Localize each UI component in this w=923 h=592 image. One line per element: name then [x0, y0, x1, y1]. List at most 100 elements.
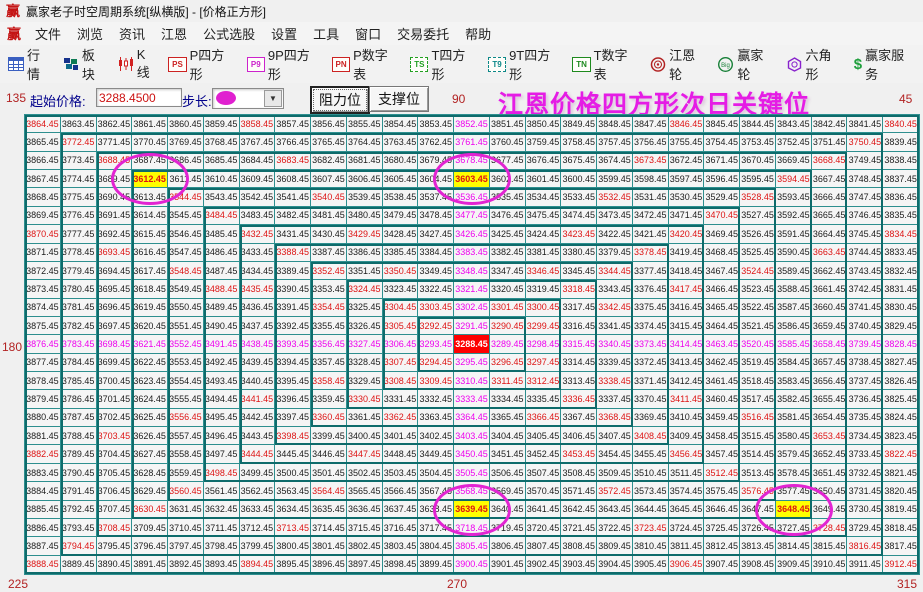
price-cell: 3775.45 — [61, 188, 97, 206]
toolbar-item-kline[interactable]: K线 — [115, 45, 160, 83]
menu-item-10[interactable]: 帮助 — [457, 25, 499, 44]
menu-item-6[interactable]: 设置 — [263, 25, 305, 44]
price-cell: 3551.45 — [168, 317, 204, 335]
toolbar-item-9t-square[interactable]: T99T四方形 — [485, 43, 564, 85]
toolbar-item-quotes[interactable]: 行情 — [5, 43, 54, 85]
menu-item-5[interactable]: 公式选股 — [195, 25, 263, 44]
price-cell: 3882.45 — [25, 445, 61, 463]
price-cell: 3761.45 — [454, 133, 490, 151]
price-cell: 3540.45 — [311, 188, 347, 206]
price-cell: 3499.45 — [240, 464, 276, 482]
price-cell: 3605.45 — [383, 170, 419, 188]
price-cell: 3807.45 — [526, 537, 562, 555]
price-cell: 3516.45 — [740, 409, 776, 427]
price-cell: 3446.45 — [311, 445, 347, 463]
price-cell: 3716.45 — [383, 519, 419, 537]
menu-item-9[interactable]: 交易委托 — [389, 25, 457, 44]
price-cell: 3745.45 — [847, 225, 883, 243]
price-cell: 3732.45 — [847, 464, 883, 482]
price-cell: 3591.45 — [776, 225, 812, 243]
price-cell: 3402.45 — [418, 427, 454, 445]
menu-item-8[interactable]: 窗口 — [347, 25, 389, 44]
price-cell: 3545.45 — [168, 207, 204, 225]
price-cell: 3496.45 — [204, 427, 240, 445]
menu-item-1[interactable]: 文件 — [27, 25, 69, 44]
price-cell: 3727.45 — [776, 519, 812, 537]
dollar-icon: $ — [854, 56, 862, 73]
price-cell: 3843.45 — [776, 115, 812, 133]
price-cell: 3670.45 — [740, 152, 776, 170]
price-cell: 3907.45 — [704, 556, 740, 574]
toolbar-item-9p-square[interactable]: P99P四方形 — [244, 43, 323, 85]
price-cell: 3836.45 — [883, 188, 919, 206]
price-cell: 3290.45 — [490, 317, 526, 335]
price-cell: 3304.45 — [383, 299, 419, 317]
toolbar-item-sectors[interactable]: 板块 — [60, 43, 109, 85]
price-cell: 3370.45 — [633, 390, 669, 408]
price-cell: 3644.45 — [633, 501, 669, 519]
price-cell: 3561.45 — [204, 482, 240, 500]
dropdown-arrow-icon[interactable]: ▼ — [264, 90, 282, 107]
price-cell: 3742.45 — [847, 280, 883, 298]
price-cell: 3872.45 — [25, 262, 61, 280]
hexagon-icon — [786, 57, 803, 72]
price-cell: 3293.45 — [418, 335, 454, 353]
price-cell: 3671.45 — [704, 152, 740, 170]
window-title: 赢家老子时空周期系统[纵横版] - [价格正方形] — [26, 3, 266, 20]
price-cell: 3480.45 — [347, 207, 383, 225]
menu-item-3[interactable]: 资讯 — [111, 25, 153, 44]
menu-item-4[interactable]: 江恩 — [153, 25, 195, 44]
price-cell: 3342.45 — [597, 299, 633, 317]
price-cell: 3908.45 — [740, 556, 776, 574]
price-cell: 3860.45 — [168, 115, 204, 133]
step-select[interactable]: ▼ — [212, 88, 284, 109]
price-cell: 3752.45 — [776, 133, 812, 151]
menu-item-7[interactable]: 工具 — [305, 25, 347, 44]
toolbar-item-winner-wheel[interactable]: Big赢家轮 — [714, 43, 776, 85]
price-cell: 3818.45 — [883, 519, 919, 537]
resistance-button[interactable]: 阻力位 — [310, 86, 370, 114]
toolbar-item-hexagon[interactable]: 六角形 — [783, 43, 845, 85]
menu-item-2[interactable]: 浏览 — [69, 25, 111, 44]
price-cell: 3488.45 — [204, 280, 240, 298]
price-cell: 3484.45 — [204, 207, 240, 225]
toolbar-item-gann-wheel[interactable]: 江恩轮 — [647, 43, 708, 85]
support-button[interactable]: 支撑位 — [369, 86, 429, 112]
price-cell: 3697.45 — [97, 317, 133, 335]
toolbar-item-p-number[interactable]: PNP数字表 — [329, 43, 401, 85]
price-cell: 3420.45 — [669, 225, 705, 243]
toolbar-label: 行情 — [27, 45, 51, 83]
price-cell: 3472.45 — [633, 207, 669, 225]
price-cell: 3624.45 — [132, 390, 168, 408]
price-cell: 3812.45 — [704, 537, 740, 555]
toolbar-item-p-square[interactable]: PSP四方形 — [165, 43, 237, 85]
price-cell: 3457.45 — [704, 445, 740, 463]
price-cell: 3785.45 — [61, 372, 97, 390]
price-cell: 3840.45 — [883, 115, 919, 133]
price-cell: 3691.45 — [97, 207, 133, 225]
price-cell: 3866.45 — [25, 152, 61, 170]
price-cell: 3884.45 — [25, 482, 61, 500]
price-cell: 3394.45 — [275, 354, 311, 372]
start-price-input[interactable] — [96, 88, 182, 107]
price-cell: 3401.45 — [383, 427, 419, 445]
price-cell: 3705.45 — [97, 464, 133, 482]
price-cell: 3696.45 — [97, 299, 133, 317]
toolbar-item-t-number[interactable]: TNT数字表 — [569, 43, 641, 85]
price-cell: 3800.45 — [275, 537, 311, 555]
price-cell: 3403.45 — [454, 427, 490, 445]
toolbar-item-t-square[interactable]: TST四方形 — [407, 43, 479, 85]
price-cell: 3686.45 — [168, 152, 204, 170]
price-cell: 3873.45 — [25, 280, 61, 298]
price-cell: 3694.45 — [97, 262, 133, 280]
price-cell: 3363.45 — [418, 409, 454, 427]
price-cell: 3305.45 — [383, 317, 419, 335]
price-cell: 3458.45 — [704, 427, 740, 445]
price-cell: 3514.45 — [740, 445, 776, 463]
blocks-icon — [63, 57, 79, 71]
price-cell: 3828.45 — [883, 335, 919, 353]
price-cell: 3543.45 — [204, 188, 240, 206]
price-cell: 3544.45 — [168, 188, 204, 206]
price-cell: 3329.45 — [347, 372, 383, 390]
toolbar-item-service[interactable]: $赢家服务 — [851, 43, 917, 85]
